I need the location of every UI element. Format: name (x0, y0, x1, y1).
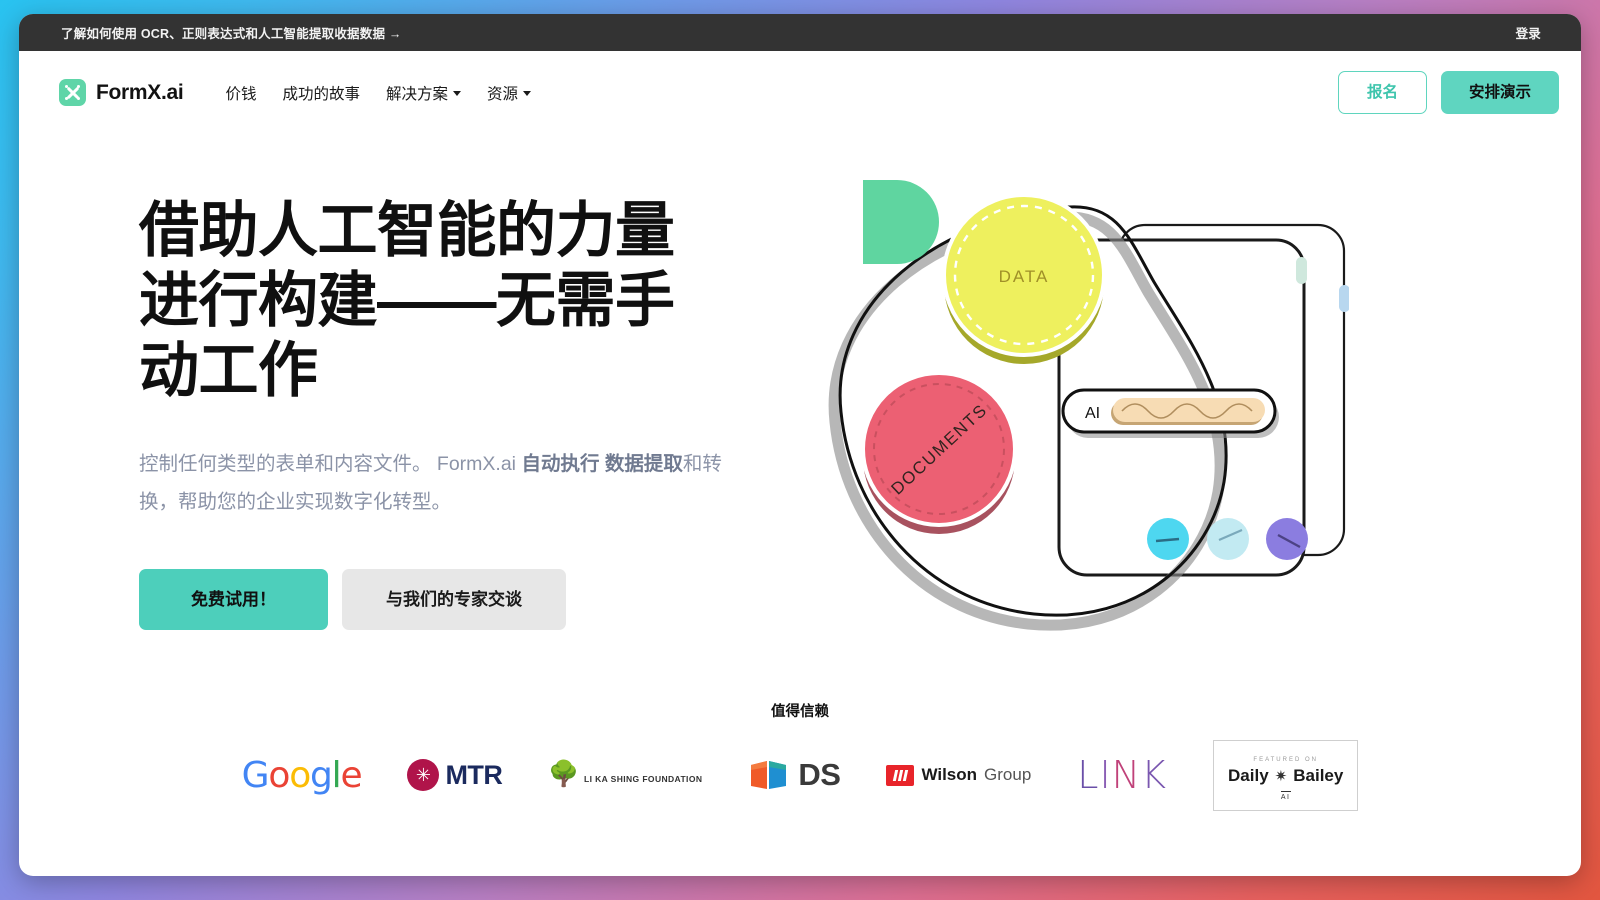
nav-item-label: 成功的故事 (282, 85, 360, 103)
wilson-wordmark: Wilson (921, 765, 978, 784)
logo-li-ka-shing-foundation: 🌳 LI KA SHING FOUNDATION (548, 747, 702, 803)
panel-tab-blue (1339, 285, 1350, 312)
nav-item-solutions[interactable]: 解决方案 (386, 82, 462, 104)
announcement-message[interactable]: 了解如何使用 OCR、正则表达式和人工智能提取收据数据 → (61, 23, 402, 42)
nav-item-success-stories[interactable]: 成功的故事 (282, 82, 360, 104)
nav-item-label: 解决方案 (386, 85, 449, 103)
hero-title-line: 进行构建——无需手 (139, 267, 675, 335)
hero-cta-group: 免费试用！ 与我们的专家交谈 (139, 568, 829, 630)
wilson-mark-icon (886, 764, 915, 786)
login-link[interactable]: 登录 (1516, 23, 1541, 42)
db-ai-label: AI (1280, 790, 1291, 801)
nav-item-label: 价钱 (225, 85, 257, 103)
talk-to-expert-button[interactable]: 与我们的专家交谈 (342, 568, 566, 630)
trusted-by-label: 值得信赖 (771, 704, 829, 720)
hero-illustration: DATA DOCUMENTS AI (819, 162, 1350, 662)
hero-section: 借助人工智能的力量 进行构建——无需手 动工作 控制任何类型的表单和内容文件。 … (19, 134, 1581, 662)
logo-daily-bailey-ai: FEATURED ON Daily ✷ Bailey AI (1213, 739, 1359, 811)
browser-window: 了解如何使用 OCR、正则表达式和人工智能提取收据数据 → 登录 FormX.a… (19, 14, 1581, 876)
tree-icon: 🌳 (548, 760, 580, 788)
signup-button[interactable]: 报名 (1337, 70, 1427, 115)
logo-link: LINK (1077, 747, 1167, 803)
mtr-badge-icon: ✳ (407, 759, 440, 791)
free-trial-button[interactable]: 免费试用！ (139, 568, 328, 630)
hero-title-line: 动工作 (139, 337, 318, 405)
ai-label: AI (1085, 405, 1100, 422)
logo-ds: DS (748, 747, 841, 803)
dot-lightcyan (1207, 518, 1249, 560)
main-navigation: FormX.ai 价钱 成功的故事 解决方案 资源 报名 安排演示 (19, 51, 1581, 134)
bailey-word: Bailey (1293, 765, 1344, 785)
announcement-bar: 了解如何使用 OCR、正则表达式和人工智能提取收据数据 → 登录 (19, 14, 1581, 51)
nav-item-label: 资源 (487, 85, 519, 103)
hero-subtitle-emphasis: 自动执行 数据提取 (521, 452, 683, 475)
logo-wilson-group: Wilson Group (886, 747, 1031, 803)
hero-subtitle-part: 控制任何类型的表单和内容文件。 FormX.ai (139, 452, 522, 475)
hero-illustration-wrap: DATA DOCUMENTS AI (819, 162, 1551, 662)
logo-google: Google (241, 747, 363, 803)
schedule-demo-button[interactable]: 安排演示 (1440, 70, 1559, 115)
trusted-by-section: 值得信赖 Google ✳ MTR 🌳 LI KA SHING FOUNDATI… (19, 700, 1581, 811)
ds-book-icon (751, 761, 787, 789)
formx-x-icon (59, 79, 86, 106)
brand-logo[interactable]: FormX.ai (59, 79, 184, 106)
hero-subtitle: 控制任何类型的表单和内容文件。 FormX.ai 自动执行 数据提取和转换，帮助… (139, 445, 759, 521)
chevron-down-icon (523, 91, 532, 96)
ds-wordmark: DS (798, 757, 841, 792)
nav-item-resources[interactable]: 资源 (487, 82, 532, 104)
hero-title-line: 借助人工智能的力量 (139, 197, 675, 264)
data-label: DATA (999, 267, 1050, 286)
lks-caption: LI KA SHING FOUNDATION (584, 774, 703, 784)
workflow-illustration-svg: DATA DOCUMENTS AI (828, 180, 1350, 631)
featured-on-label: FEATURED ON (1253, 756, 1318, 763)
mtr-wordmark: MTR (445, 759, 503, 790)
gear-icon: ✷ (1274, 767, 1288, 785)
link-wordmark: LINK (1077, 753, 1168, 797)
daily-word: Daily (1228, 765, 1269, 785)
google-wordmark: Google (241, 754, 363, 796)
brand-name: FormX.ai (96, 80, 184, 104)
nav-item-pricing[interactable]: 价钱 (225, 82, 256, 104)
logo-mtr: ✳ MTR (407, 747, 503, 803)
wilson-group-word: Group (984, 765, 1032, 784)
ai-wave-bar (1113, 398, 1265, 422)
logo-strip: Google ✳ MTR 🌳 LI KA SHING FOUNDATION DS… (19, 739, 1581, 811)
nav-actions: 报名 安排演示 (1337, 70, 1559, 115)
hero-content: 借助人工智能的力量 进行构建——无需手 动工作 控制任何类型的表单和内容文件。 … (139, 196, 829, 630)
chevron-down-icon (453, 91, 462, 96)
nav-links: 价钱 成功的故事 解决方案 资源 (225, 82, 532, 104)
page-title: 借助人工智能的力量 进行构建——无需手 动工作 (139, 196, 829, 407)
panel-tab-mint (1296, 257, 1307, 284)
